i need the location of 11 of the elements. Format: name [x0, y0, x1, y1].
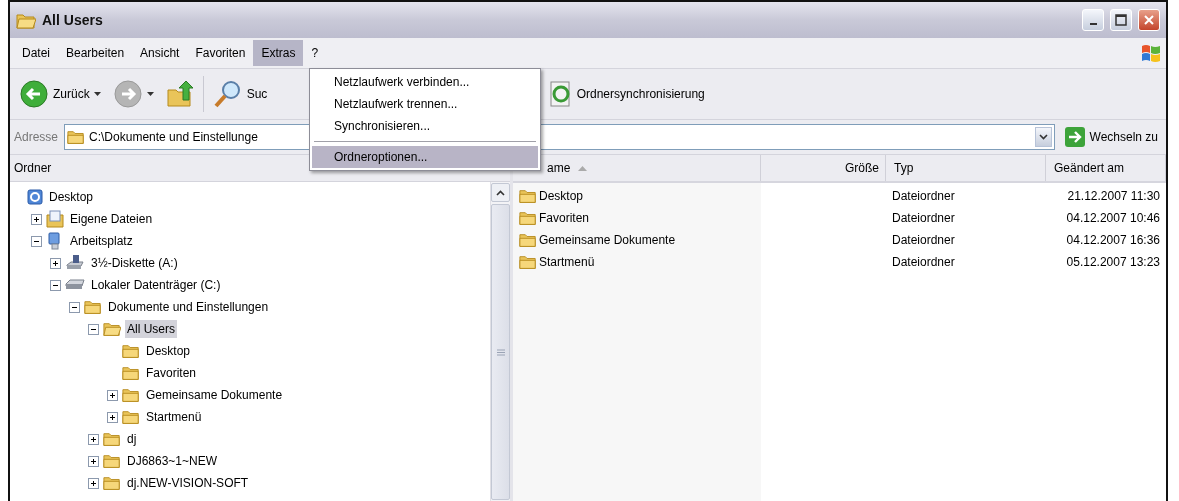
- table-cell-text: Dateiordner: [891, 254, 956, 271]
- table-cell-text: Dateiordner: [891, 232, 956, 249]
- table-cell-text: 05.12.2007 13:23: [1065, 254, 1161, 271]
- table-cell-text: Dateiordner: [891, 188, 956, 205]
- window-title: All Users: [42, 12, 104, 28]
- pane-title: Ordner: [14, 161, 52, 175]
- address-label: Adresse: [14, 130, 59, 144]
- table-cell-text: 04.12.2007 10:46: [1065, 210, 1161, 227]
- table-cell-text: 21.12.2007 11:30: [1066, 188, 1161, 205]
- table-cell-text: Dateiordner: [891, 210, 956, 227]
- table-cell-text: 04.12.2007 16:36: [1065, 232, 1161, 249]
